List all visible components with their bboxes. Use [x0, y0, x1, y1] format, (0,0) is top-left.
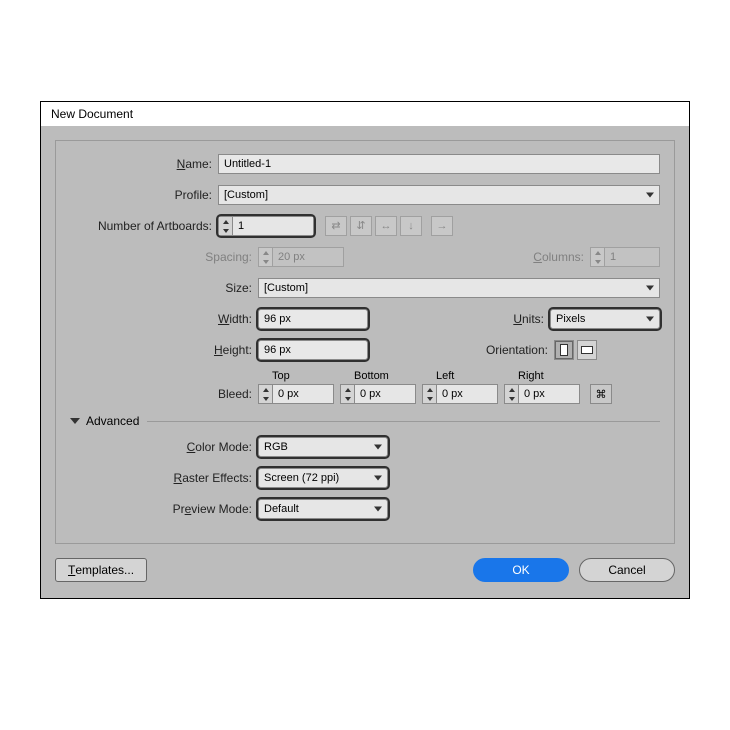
- dialog-body: Name: Untitled-1 Profile: [Custom] Numbe…: [41, 126, 689, 598]
- chevron-down-icon: [646, 317, 654, 322]
- preview-mode-value: Default: [264, 503, 299, 515]
- bleed-bottom-label: Bottom: [340, 370, 416, 382]
- preview-mode-label: Preview Mode:: [70, 502, 258, 516]
- bleed-bottom-spinner[interactable]: 0 px: [340, 384, 416, 404]
- columns-label: Columns:: [533, 250, 590, 264]
- cancel-button[interactable]: Cancel: [579, 558, 675, 582]
- new-document-dialog: New Document Name: Untitled-1 Profile: […: [40, 101, 690, 599]
- main-panel: Name: Untitled-1 Profile: [Custom] Numbe…: [55, 140, 675, 544]
- divider: [147, 421, 660, 422]
- orientation-label: Orientation:: [486, 343, 554, 357]
- arrange-down-icon: ↓: [400, 216, 422, 236]
- arrange-ltr-icon: →: [431, 216, 453, 236]
- raster-effects-value: Screen (72 ppi): [264, 472, 339, 484]
- units-label: Units:: [513, 312, 550, 326]
- units-value: Pixels: [556, 313, 585, 325]
- spacing-value: 20 px: [272, 247, 344, 267]
- dialog-title: New Document: [41, 102, 689, 126]
- bleed-right-spinner[interactable]: 0 px: [504, 384, 580, 404]
- profile-label: Profile:: [70, 188, 218, 202]
- color-mode-label: Color Mode:: [70, 440, 258, 454]
- footer: Templates... OK Cancel: [55, 558, 675, 582]
- width-input[interactable]: 96 px: [258, 309, 368, 329]
- spinner-buttons[interactable]: [218, 216, 232, 236]
- spacing-label: Spacing:: [70, 250, 258, 264]
- bleed-right-label: Right: [504, 370, 580, 382]
- bleed-top-spinner[interactable]: 0 px: [258, 384, 334, 404]
- name-input[interactable]: Untitled-1: [218, 154, 660, 174]
- chevron-down-icon: [646, 193, 654, 198]
- columns-value: 1: [604, 247, 660, 267]
- preview-mode-dropdown[interactable]: Default: [258, 499, 388, 519]
- bleed-left-spinner[interactable]: 0 px: [422, 384, 498, 404]
- height-input[interactable]: 96 px: [258, 340, 368, 360]
- chevron-down-icon: [374, 507, 382, 512]
- raster-effects-dropdown[interactable]: Screen (72 ppi): [258, 468, 388, 488]
- size-label: Size:: [70, 281, 258, 295]
- spacing-spinner: 20 px: [258, 247, 344, 267]
- arrange-right-icon: ↔: [375, 216, 397, 236]
- bleed-top-label: Top: [258, 370, 334, 382]
- profile-dropdown[interactable]: [Custom]: [218, 185, 660, 205]
- columns-spinner: 1: [590, 247, 660, 267]
- width-label: Width:: [70, 312, 258, 326]
- raster-effects-label: Raster Effects:: [70, 471, 258, 485]
- units-dropdown[interactable]: Pixels: [550, 309, 660, 329]
- grid-by-col-icon: ⇵: [350, 216, 372, 236]
- advanced-header[interactable]: Advanced: [70, 414, 660, 428]
- link-bleed-icon[interactable]: ⌘: [590, 384, 612, 404]
- grid-by-row-icon: ⇄: [325, 216, 347, 236]
- size-value: [Custom]: [264, 282, 308, 294]
- orientation-portrait-button[interactable]: [554, 340, 574, 360]
- bleed-group: Top 0 px Bottom 0 px Left 0 px Right 0 p…: [258, 370, 612, 404]
- bleed-left-label: Left: [422, 370, 498, 382]
- name-label: Name:: [70, 157, 218, 171]
- height-label: Height:: [70, 343, 258, 357]
- artboards-label: Number of Artboards:: [70, 219, 218, 233]
- orientation-landscape-button[interactable]: [577, 340, 597, 360]
- bleed-label: Bleed:: [70, 387, 258, 404]
- color-mode-dropdown[interactable]: RGB: [258, 437, 388, 457]
- advanced-label: Advanced: [86, 414, 139, 428]
- disclosure-triangle-icon: [70, 418, 80, 424]
- chevron-down-icon: [646, 286, 654, 291]
- size-dropdown[interactable]: [Custom]: [258, 278, 660, 298]
- color-mode-value: RGB: [264, 441, 288, 453]
- chevron-down-icon: [374, 476, 382, 481]
- chevron-down-icon: [374, 445, 382, 450]
- profile-value: [Custom]: [224, 189, 268, 201]
- ok-button[interactable]: OK: [473, 558, 569, 582]
- templates-button[interactable]: Templates...: [55, 558, 147, 582]
- artboards-spinner[interactable]: 1: [218, 216, 314, 236]
- artboards-value[interactable]: 1: [232, 216, 314, 236]
